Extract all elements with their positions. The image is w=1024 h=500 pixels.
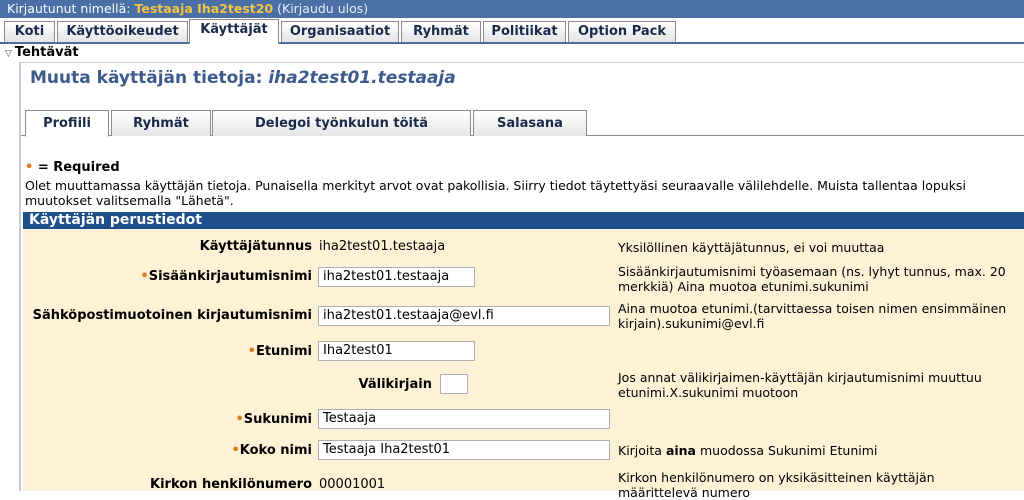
help-sahkoposti-kirjautumisnimi: Aina muotoa etunimi.(tarvittaessa toisen…: [618, 301, 1007, 331]
subtab-ryhmat[interactable]: Ryhmät: [111, 110, 211, 136]
value-kayttajatunnus: iha2test01.testaaja: [319, 239, 446, 254]
collapse-triangle-icon: ▽: [5, 49, 12, 59]
help-koko-nimi-post: muodossa Sukunimi Etunimi: [696, 443, 878, 458]
section-title: Käyttäjän perustiedot: [23, 212, 1024, 229]
label-sahkoposti-kirjautumisnimi: Sähköpostimuotoinen kirjautumisnimi: [32, 308, 312, 323]
tab-option-pack[interactable]: Option Pack: [568, 21, 676, 42]
logged-in-label: Kirjautunut nimellä:: [7, 1, 131, 16]
required-legend-text: = Required: [37, 160, 120, 175]
subtab-delegoi[interactable]: Delegoi työnkulun töitä: [212, 110, 471, 136]
last-name-input[interactable]: Testaaja: [318, 409, 610, 429]
required-dot-icon: •: [231, 443, 240, 458]
email-login-input[interactable]: iha2test01.testaaja@evl.fi: [318, 306, 610, 326]
middle-initial-input[interactable]: [440, 374, 468, 394]
help-koko-nimi: Kirjoita aina muodossa Sukunimi Etunimi: [618, 443, 1013, 458]
value-kirkon-henkilonumero: 00001001: [319, 477, 386, 492]
tasks-toggle[interactable]: ▽ Tehtävät: [0, 44, 1024, 62]
page-title-prefix: Muuta käyttäjän tietoja:: [30, 68, 269, 88]
tab-kayttajat[interactable]: Käyttäjät: [189, 19, 279, 44]
logout-link[interactable]: (Kirjaudu ulos): [277, 1, 368, 16]
required-dot-icon: •: [235, 412, 244, 427]
basic-info-section: Käyttäjän perustiedot Käyttäjätunnus iha…: [23, 212, 1024, 500]
logged-in-username: Testaaja Iha2test20: [134, 1, 274, 16]
label-kirkon-henkilonumero: Kirkon henkilönumero: [150, 477, 312, 492]
label-sisaankirjautumisnimi-text: Sisäänkirjautumisnimi: [148, 269, 312, 284]
info-text: Olet muuttamassa käyttäjän tietoja. Puna…: [25, 178, 966, 208]
label-kayttajatunnus: Käyttäjätunnus: [199, 239, 312, 254]
tab-ryhmat[interactable]: Ryhmät: [401, 21, 481, 42]
help-sisaankirjautumisnimi: Sisäänkirjautumisnimi työasemaan (ns. ly…: [618, 264, 1006, 294]
label-koko-nimi: •Koko nimi: [231, 443, 312, 458]
login-name-input[interactable]: iha2test01.testaaja: [318, 267, 475, 287]
page-title-user: iha2test01.testaaja: [268, 68, 456, 88]
top-status-bar: Kirjautunut nimellä: Testaaja Iha2test20…: [0, 0, 1024, 18]
tasks-label: Tehtävät: [14, 45, 79, 60]
divider: [21, 62, 1024, 63]
required-legend: • = Required: [25, 160, 120, 175]
help-koko-nimi-bold: aina: [665, 443, 696, 458]
tab-organisaatiot[interactable]: Organisaatiot: [281, 21, 399, 42]
first-name-input[interactable]: Iha2test01: [318, 341, 475, 361]
label-sisaankirjautumisnimi: •Sisäänkirjautumisnimi: [140, 269, 312, 284]
help-kirkon-henkilonumero: Kirkon henkilönumero on yksikäsitteinen …: [618, 470, 935, 500]
tab-koti[interactable]: Koti: [4, 21, 55, 42]
tab-kayttooikeudet[interactable]: Käyttöoikeudet: [57, 21, 188, 42]
tab-politiikat[interactable]: Politiikat: [483, 21, 566, 42]
label-koko-nimi-text: Koko nimi: [239, 443, 312, 458]
profile-sub-tabs: Profiili Ryhmät Delegoi työnkulun töitä …: [21, 108, 1024, 137]
required-dot-icon: •: [25, 160, 34, 175]
label-sukunimi-text: Sukunimi: [243, 412, 312, 427]
label-etunimi-text: Etunimi: [255, 344, 312, 359]
label-etunimi: •Etunimi: [248, 344, 312, 359]
required-dot-icon: •: [247, 344, 256, 359]
required-dot-icon: •: [140, 269, 149, 284]
label-valikirjain: Välikirjain: [358, 377, 433, 392]
help-koko-nimi-pre: Kirjoita: [618, 443, 666, 458]
help-valikirjain: Jos annat välikirjaimen-käyttäjän kirjau…: [618, 370, 982, 400]
page-title: Muuta käyttäjän tietoja: iha2test01.test…: [30, 68, 456, 88]
subtab-salasana[interactable]: Salasana: [473, 110, 587, 136]
subtab-profiili[interactable]: Profiili: [25, 110, 109, 137]
full-name-input[interactable]: Testaaja Iha2test01: [318, 440, 610, 460]
help-kayttajatunnus: Yksilöllinen käyttäjätunnus, ei voi muut…: [618, 240, 885, 255]
label-sukunimi: •Sukunimi: [235, 412, 312, 427]
main-tab-bar: Koti Käyttöoikeudet Käyttäjät Organisaat…: [0, 18, 1024, 44]
